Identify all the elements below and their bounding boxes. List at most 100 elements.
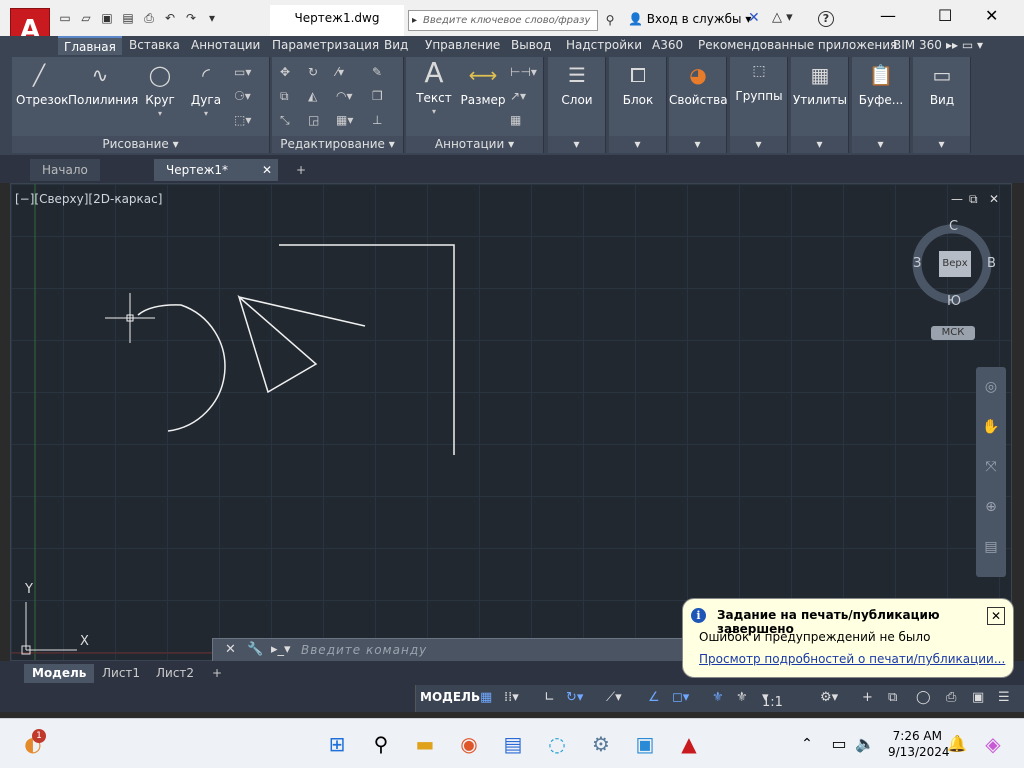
copy-icon[interactable]: ⧉ bbox=[280, 89, 289, 104]
offset-icon[interactable]: ⊥ bbox=[372, 113, 382, 127]
file-tab[interactable]: Чертеж1.dwg bbox=[270, 5, 404, 36]
isodraft-icon[interactable]: ⟋▾ bbox=[606, 690, 622, 705]
tab-drawing[interactable]: Чертеж1* ✕ bbox=[154, 159, 278, 181]
clipboard-panel[interactable]: 📋 Буфе... ▾ bbox=[852, 57, 910, 153]
command-input[interactable]: Введите команду bbox=[301, 643, 427, 657]
system-clock[interactable]: 7:26 AM 9/13/2024 bbox=[888, 728, 950, 760]
tab-model[interactable]: Модель bbox=[24, 664, 95, 683]
notepad-icon[interactable]: ▤ bbox=[500, 731, 526, 757]
polar-icon[interactable]: ↻▾ bbox=[566, 690, 583, 705]
utilities-panel[interactable]: ▦ Утилиты ▾ bbox=[791, 57, 849, 153]
otrack-icon[interactable]: ∠ bbox=[648, 690, 660, 705]
tab-start[interactable]: Начало bbox=[30, 159, 100, 181]
control-panel-icon[interactable]: ▣ bbox=[632, 731, 658, 757]
viewport-close-icon[interactable]: ✕ bbox=[989, 192, 999, 206]
panel-modify-title[interactable]: Редактирование ▾ bbox=[272, 136, 403, 153]
notification-details-link[interactable]: Просмотр подробностей о печати/публикаци… bbox=[699, 652, 1005, 666]
panel-draw-title[interactable]: Рисование ▾ bbox=[12, 136, 269, 153]
volume-icon[interactable]: 🔈 bbox=[852, 731, 878, 757]
save-as-icon[interactable]: ▤ bbox=[119, 10, 137, 26]
viewcube-north[interactable]: С bbox=[949, 219, 958, 234]
annotation-scale[interactable]: 1:1 ▾ bbox=[762, 690, 783, 710]
help-icon[interactable]: ? bbox=[818, 11, 834, 27]
arc-shape[interactable] bbox=[137, 304, 226, 432]
command-history-icon[interactable]: ▸_▾ bbox=[271, 642, 291, 657]
redo-icon[interactable]: ↷ bbox=[182, 10, 200, 26]
tab-output[interactable]: Вывод bbox=[511, 38, 551, 52]
model-space-button[interactable]: МОДЕЛЬ bbox=[420, 690, 480, 704]
polyline-shape[interactable] bbox=[279, 244, 455, 455]
settings-icon[interactable]: ⚙ bbox=[588, 731, 614, 757]
scale-icon[interactable]: ◲ bbox=[308, 113, 319, 127]
groups-dropdown-icon[interactable]: ▾ bbox=[730, 136, 787, 153]
tab-insert[interactable]: Вставка bbox=[129, 38, 180, 52]
autocad-taskbar-icon[interactable]: ▲ bbox=[676, 731, 702, 757]
showmotion-icon[interactable]: ▤ bbox=[976, 527, 1006, 567]
hatch-icon[interactable]: ⚆▾ bbox=[234, 89, 251, 103]
view-dropdown-icon[interactable]: ▾ bbox=[913, 136, 970, 153]
tab-bim360[interactable]: BIM 360 bbox=[893, 38, 942, 52]
isolate-icon[interactable]: ⧉ bbox=[888, 690, 897, 705]
plus-icon[interactable]: + bbox=[862, 690, 873, 705]
start-icon[interactable]: ⊞ bbox=[324, 731, 350, 757]
exchange-icon[interactable]: ✕ bbox=[748, 10, 760, 26]
table-icon[interactable]: ▦ bbox=[510, 113, 521, 127]
line-tool[interactable]: ╱ Отрезок bbox=[16, 61, 68, 107]
snap-icon[interactable]: ⁞⁞▾ bbox=[504, 690, 519, 705]
boundary-icon[interactable]: ⬚▾ bbox=[234, 113, 251, 127]
annotation-visibility-icon[interactable]: ⚜ bbox=[712, 690, 724, 705]
arc-tool[interactable]: ◜ Дуга ▾ bbox=[186, 61, 226, 118]
tab-addins[interactable]: Надстройки bbox=[566, 38, 642, 52]
search-icon[interactable]: ⚲ bbox=[368, 731, 394, 757]
tab-a360[interactable]: A360 bbox=[652, 38, 683, 52]
maximize-icon[interactable]: ☐ bbox=[938, 6, 952, 25]
properties-dropdown-icon[interactable]: ▾ bbox=[669, 136, 726, 153]
polyline-tool[interactable]: ∿ Полилиния bbox=[68, 61, 138, 107]
open-file-icon[interactable]: ▱ bbox=[77, 10, 95, 26]
viewport-minimize-icon[interactable]: — bbox=[951, 192, 963, 206]
viewcube-top-face[interactable]: Верх bbox=[939, 251, 971, 277]
fillet-icon[interactable]: ◠▾ bbox=[336, 89, 353, 103]
tab-sheet2[interactable]: Лист2 bbox=[148, 664, 202, 683]
block-panel[interactable]: ⧠ Блок ▾ bbox=[609, 57, 667, 153]
layers-panel[interactable]: ☰ Слои ▾ bbox=[548, 57, 606, 153]
viewport-label[interactable]: [−][Сверху][2D-каркас] bbox=[15, 192, 162, 206]
explode-icon[interactable]: ❒ bbox=[372, 89, 383, 103]
linear-dim-icon[interactable]: ⊢⊣▾ bbox=[510, 65, 537, 79]
groups-panel[interactable]: ⬚ Группы ▾ bbox=[730, 57, 788, 153]
viewcube-south[interactable]: Ю bbox=[947, 294, 961, 309]
new-file-icon[interactable]: ▭ bbox=[56, 10, 74, 26]
search-input[interactable]: ▸ Введите ключевое слово/фразу bbox=[408, 10, 598, 31]
undo-icon[interactable]: ↶ bbox=[161, 10, 179, 26]
erase-icon[interactable]: ✎ bbox=[372, 65, 382, 79]
clipboard-dropdown-icon[interactable]: ▾ bbox=[852, 136, 909, 153]
copilot-icon[interactable]: ◈ bbox=[980, 731, 1006, 757]
stretch-icon[interactable]: ⤡ bbox=[280, 113, 290, 128]
tab-home[interactable]: Главная bbox=[58, 36, 122, 55]
pan-icon[interactable]: ✋ bbox=[976, 407, 1006, 447]
block-dropdown-icon[interactable]: ▾ bbox=[609, 136, 666, 153]
clean-screen-icon[interactable]: ▣ bbox=[972, 690, 984, 705]
firefox-icon[interactable]: ◉ bbox=[456, 731, 482, 757]
edge-icon[interactable]: ◌ bbox=[544, 731, 570, 757]
leader-icon[interactable]: ↗▾ bbox=[510, 89, 526, 103]
tab-close-icon[interactable]: ✕ bbox=[262, 159, 272, 181]
rotate-icon[interactable]: ↻ bbox=[308, 65, 318, 79]
ucs-menu[interactable]: МСК bbox=[931, 326, 975, 340]
line-shape[interactable] bbox=[238, 296, 366, 327]
close-icon[interactable]: ✕ bbox=[985, 6, 998, 25]
tray-chevron-icon[interactable]: ⌃ bbox=[794, 731, 820, 757]
text-tool[interactable]: A Текст ▾ bbox=[412, 59, 456, 117]
tab-parametric[interactable]: Параметризация bbox=[272, 38, 379, 52]
drawing-canvas[interactable]: [−][Сверху][2D-каркас] — ⧉ ✕ Верх С Ю З … bbox=[10, 183, 1012, 661]
hardware-acceleration-icon[interactable]: ◯ bbox=[916, 690, 931, 705]
notification-close-button[interactable]: ✕ bbox=[987, 607, 1005, 625]
tab-annotate[interactable]: Аннотации bbox=[191, 38, 260, 52]
array-icon[interactable]: ▦▾ bbox=[336, 113, 353, 127]
tab-sheet1[interactable]: Лист1 bbox=[94, 664, 148, 683]
print-notification-icon[interactable]: ⎙ bbox=[946, 690, 956, 705]
qat-dropdown-icon[interactable]: ▾ bbox=[203, 10, 221, 26]
more-tabs-icon[interactable]: ▸▸ ▭ ▾ bbox=[946, 38, 983, 52]
print-icon[interactable]: ⎙ bbox=[140, 10, 158, 26]
viewcube-west[interactable]: З bbox=[913, 256, 921, 271]
